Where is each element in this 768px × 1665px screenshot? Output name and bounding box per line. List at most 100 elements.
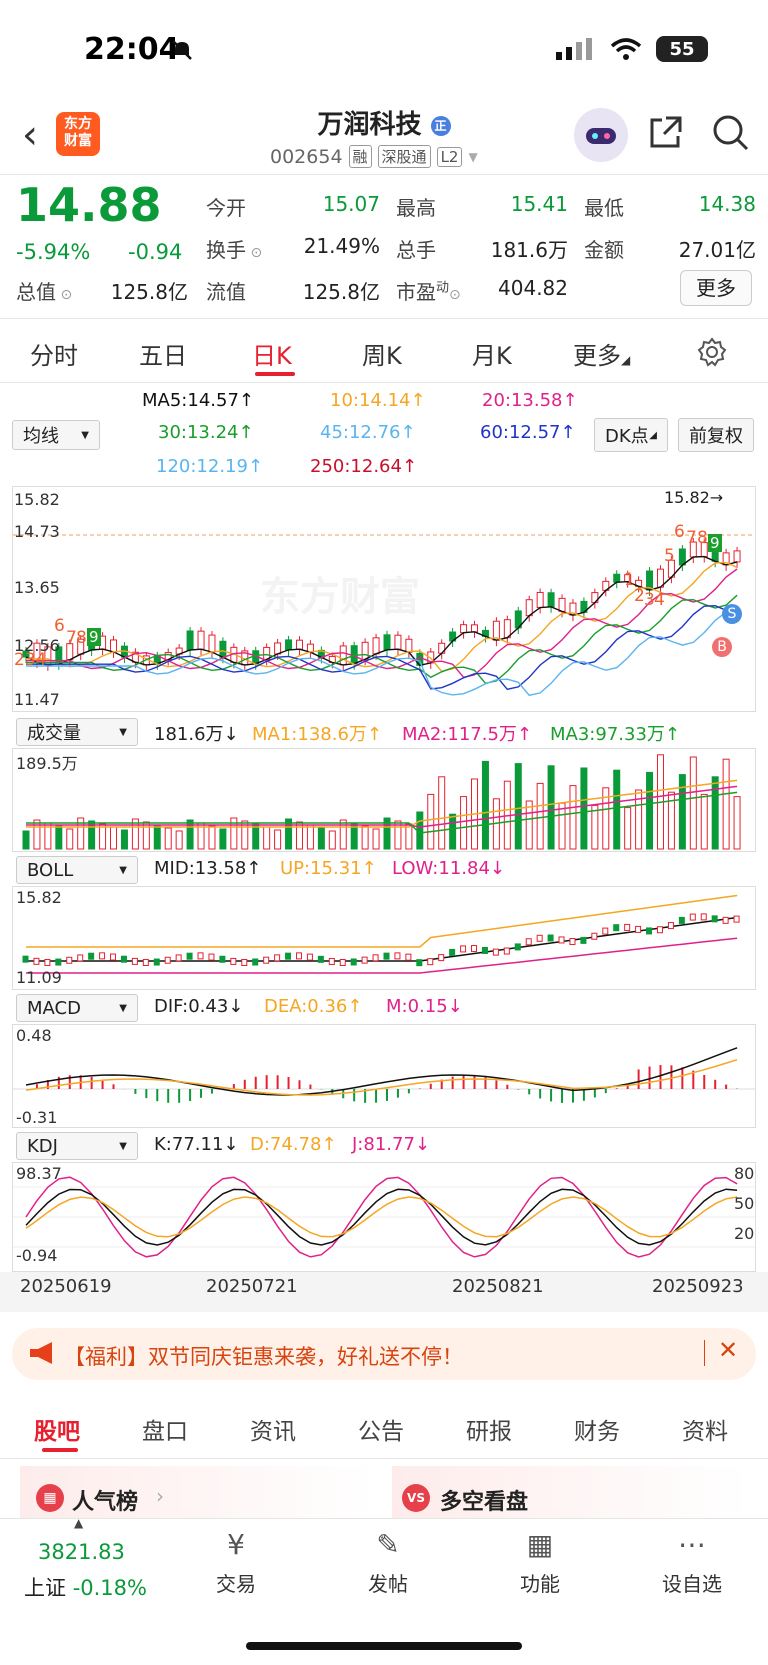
nav-post[interactable]: ✎ 发帖 [338,1528,438,1597]
assistant-robot-icon[interactable] [574,108,628,162]
index-value[interactable]: 3821.83 [38,1540,125,1564]
nav-add-watchlist[interactable]: ⋯ 设自选 [642,1528,742,1597]
cellular-signal-icon [556,38,592,60]
divider [0,174,768,175]
caret-icon: ◢ [621,353,631,367]
tab-profile[interactable]: 资料 [682,1412,728,1446]
kdj-select[interactable]: KDJ ▼ [16,1132,138,1160]
volume-bar [22,830,30,850]
kdj-d: D:74.78↑ [250,1134,337,1155]
info-icon[interactable]: ⊙ [449,287,461,303]
more-button[interactable]: 更多 [680,270,752,306]
popular-title[interactable]: 人气榜 [72,1484,138,1516]
dropdown-caret-icon[interactable]: ▼ [468,150,477,164]
tab-announcements[interactable]: 公告 [358,1412,404,1446]
search-icon[interactable] [712,114,750,152]
home-indicator [246,1642,522,1650]
boll-candle [153,958,160,966]
boll-select[interactable]: BOLL ▼ [16,856,138,884]
boll-candle [252,958,259,966]
tab-intraday[interactable]: 分时 [30,336,78,371]
volume-ma3: MA3:97.33万↑ [550,724,680,745]
tab-order-book[interactable]: 盘口 [142,1412,188,1446]
macd-chart[interactable] [12,1024,756,1128]
tab-finance[interactable]: 财务 [574,1412,620,1446]
promo-text[interactable]: 【福利】双节同庆钜惠来袭，好礼送不停！ [64,1341,463,1371]
float-value: 125.8亿 [302,280,380,304]
ma20-value: 20:13.58↑ [482,390,578,411]
kdj-ref-80: 80 [734,1164,755,1183]
volume-bar [55,825,63,850]
index-quote[interactable]: 上证 -0.18% [24,1572,147,1602]
boll-candle [328,957,335,965]
low-label: 最低 [584,196,624,220]
volume-bar [547,765,555,850]
dk-point-button[interactable]: DK点 ◢ [594,418,668,452]
tab-week-k[interactable]: 周K [362,336,402,371]
volume-bar [449,813,457,850]
tab-news[interactable]: 资讯 [250,1412,296,1446]
nav-trade[interactable]: ¥ 交易 [186,1528,286,1597]
volume-bar [558,802,566,850]
kdj-ref-20: 20 [734,1224,755,1243]
kdj-bottom-label: -0.94 [16,1246,58,1265]
low-value: 14.38 [698,192,756,216]
volume-indicator-select[interactable]: 成交量 ▼ [16,718,138,746]
boll-candle [492,948,499,956]
candle-body [208,634,216,653]
info-icon[interactable]: ⊙ [56,287,72,303]
settings-gear-icon[interactable] [696,336,728,368]
boll-candle [55,958,62,966]
td-counter: 7 [686,528,697,548]
tab-research[interactable]: 研报 [466,1412,512,1446]
nav-functions[interactable]: ▦ 功能 [490,1528,590,1597]
volume-chart[interactable] [12,748,756,852]
boll-candle [383,952,390,960]
tab-five-day[interactable]: 五日 [139,336,187,371]
boll-candle [646,927,653,935]
close-icon[interactable]: ✕ [718,1336,738,1364]
tab-more[interactable]: 更多◢ [573,336,630,371]
macd-dea-line [25,1058,738,1096]
info-icon[interactable]: ⊙ [246,245,262,261]
tag-margin: 融 [348,145,372,168]
grid-icon: ▦ [526,1528,554,1561]
max-price-marker: 15.82→ [664,488,724,507]
buy-signal-badge[interactable]: B [712,637,732,657]
tab-month-k[interactable]: 月K [472,336,512,371]
chevron-down-icon: ▼ [119,726,127,738]
boll-candle [175,954,182,962]
ma120-value: 120:12.19↑ [156,456,264,477]
boll-candle [624,923,631,931]
status-icons: 55 [556,36,708,62]
share-icon[interactable] [648,114,684,150]
boll-candle [142,958,149,966]
tab-guba[interactable]: 股吧 [34,1412,80,1446]
boll-candle [306,953,313,961]
candle-body [110,639,118,653]
candle-body [295,639,303,650]
sell-signal-badge[interactable]: S [722,604,742,624]
kdj-chart[interactable] [12,1162,756,1272]
ma60-value: 60:12.57↑ [480,422,576,443]
kdj-k: K:77.11↓ [154,1134,239,1155]
boll-chart[interactable] [12,886,756,990]
macd-select[interactable]: MACD ▼ [16,994,138,1022]
tab-day-k[interactable]: 日K [252,336,292,371]
volume-bar [481,760,489,850]
open-label: 今开 [206,196,246,220]
candle-body [678,548,686,566]
pe-label: 市盈动⊙ [396,276,461,305]
ma-select[interactable]: 均线 ▼ [12,420,100,450]
battery-indicator: 55 [656,36,708,62]
boll-candle [656,926,663,934]
volume-bar [613,769,621,850]
chevron-down-icon: ▼ [81,429,89,441]
zheng-badge: 正 [430,115,451,136]
longshort-title[interactable]: 多空看盘 [440,1484,528,1516]
boll-candle [602,927,609,935]
boll-candle [580,936,587,944]
td-counter: 5 [664,546,675,566]
bottom-tab-underline [42,1448,78,1452]
adjust-button[interactable]: 前复权 [678,418,754,452]
